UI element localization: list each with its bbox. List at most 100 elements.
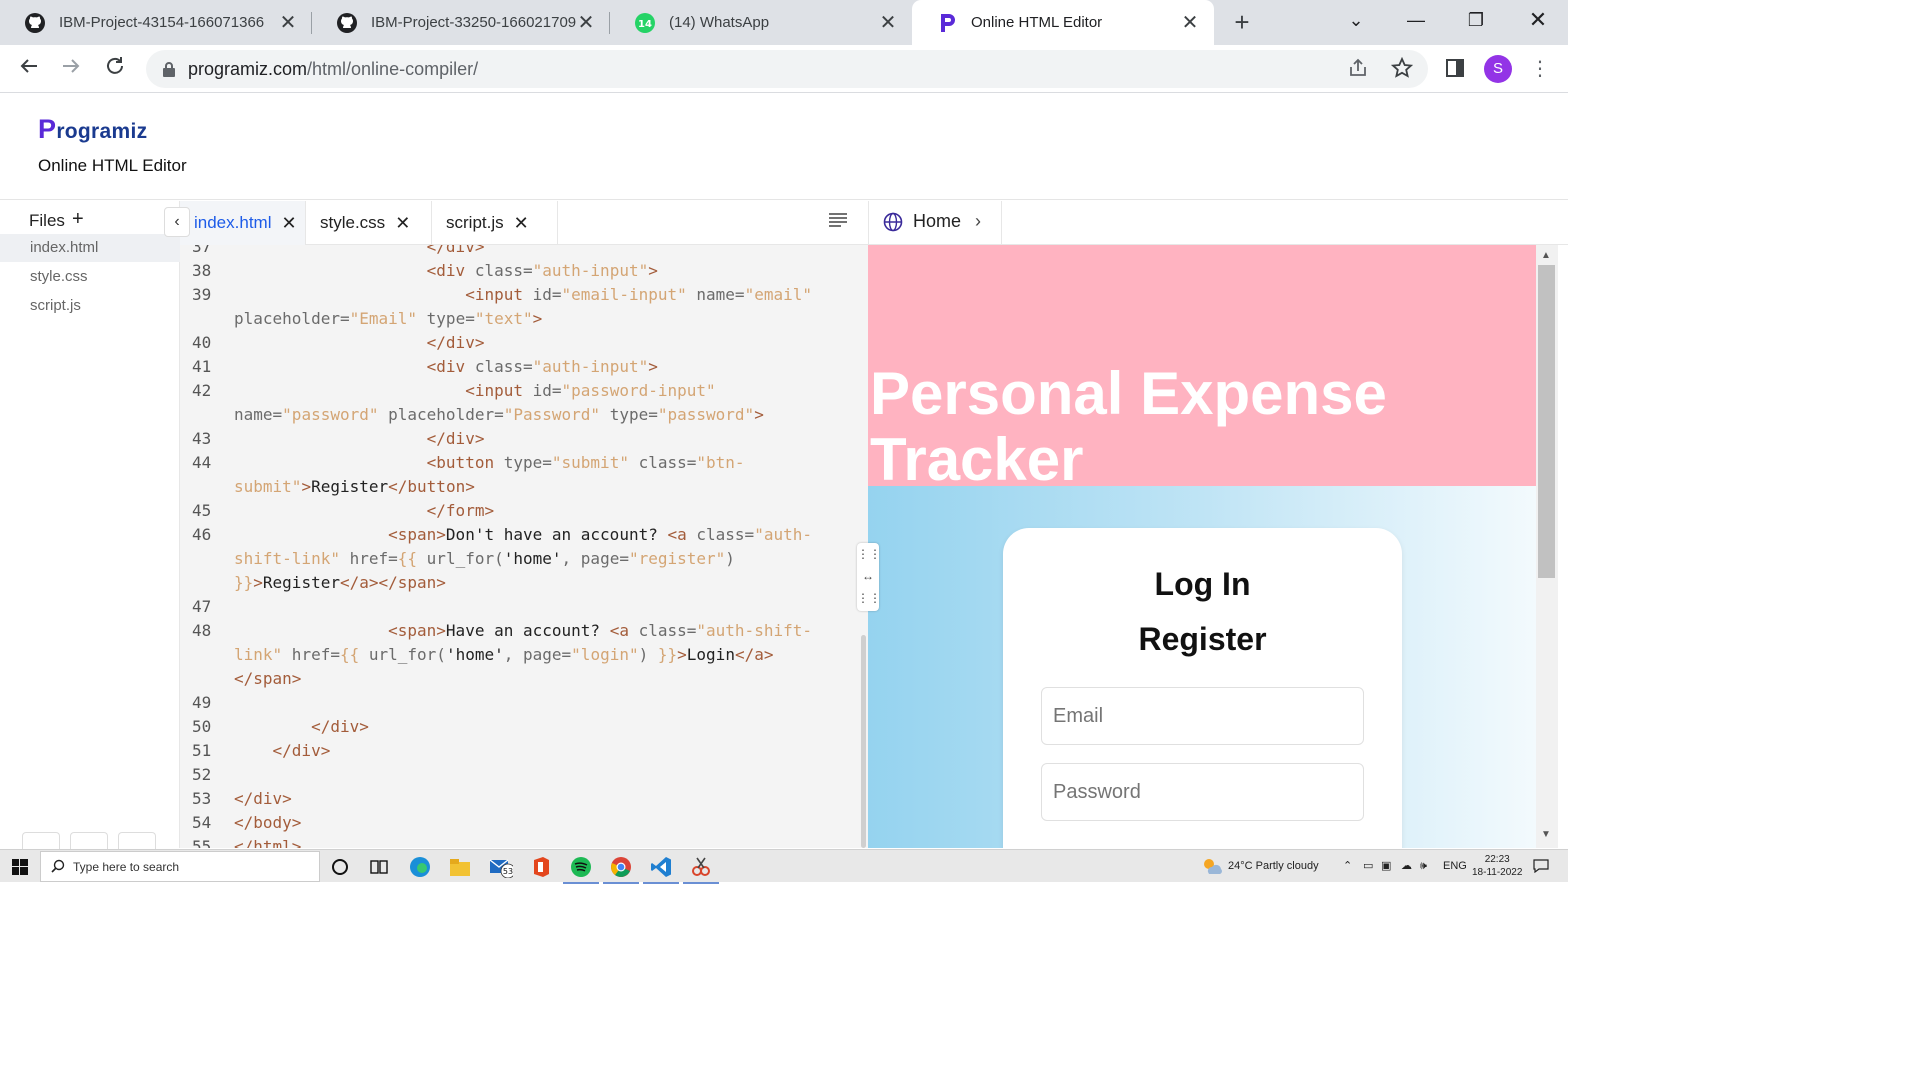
weather-text[interactable]: 24°C Partly cloudy	[1228, 850, 1319, 883]
code-token: type=	[417, 309, 475, 328]
tab-label: index.html	[194, 213, 272, 232]
office-icon[interactable]	[529, 855, 553, 879]
banner-title-line: Personal Expense	[870, 360, 1387, 427]
new-tab-button[interactable]: +	[1228, 8, 1256, 36]
task-view-icon[interactable]	[367, 855, 391, 879]
line-number: 43	[192, 429, 212, 448]
programiz-logo[interactable]: Programiz	[38, 114, 147, 145]
banner-title-line: Tracker	[870, 426, 1084, 493]
vscode-icon[interactable]	[643, 855, 679, 884]
code-token: </div>	[234, 789, 292, 808]
tab-close-icon[interactable]: ✕	[278, 10, 298, 35]
format-code-icon[interactable]	[828, 211, 848, 234]
tab-close-icon[interactable]: ✕	[878, 10, 898, 35]
scrollbar-thumb[interactable]	[1538, 265, 1555, 578]
logo-text: rogramiz	[56, 120, 148, 143]
code-token: </body>	[234, 813, 302, 832]
code-text: </body>	[234, 811, 301, 835]
code-text: </div>	[234, 739, 331, 763]
side-panel-icon[interactable]	[1443, 57, 1467, 81]
code-token: "auth-input"	[532, 261, 649, 280]
tray-network-icon[interactable]: ▭	[1363, 850, 1373, 883]
register-heading[interactable]: Register	[1003, 621, 1402, 658]
file-item-index-html[interactable]: index.html	[0, 234, 180, 262]
taskbar-search[interactable]: Type here to search	[40, 851, 320, 882]
code-token: "email"	[744, 285, 812, 304]
browser-tab-whatsapp[interactable]: 14 (14) WhatsApp ✕	[610, 0, 912, 45]
code-editor[interactable]: 37 </div> 38 <div class="auth-input"> 39 <…	[180, 245, 868, 848]
tab-style-css[interactable]: style.css ✕	[306, 201, 432, 245]
code-token: <span>	[388, 621, 446, 640]
volume-icon[interactable]: 🕪	[1420, 850, 1427, 883]
login-heading[interactable]: Log In	[1003, 566, 1402, 603]
collapse-sidebar-chevron-icon[interactable]: ‹	[164, 207, 190, 237]
code-token: <a	[609, 621, 639, 640]
close-icon[interactable]: ✕	[395, 213, 410, 234]
language-indicator[interactable]: ENG	[1443, 850, 1467, 883]
browser-tab-ibm-33250[interactable]: IBM-Project-33250-166021709 ✕	[312, 0, 610, 45]
page-title: Online HTML Editor	[38, 156, 187, 175]
code-token: placeholder=	[234, 309, 350, 328]
programiz-icon	[936, 12, 958, 34]
preview-scrollbar[interactable]: ▲ ▼	[1536, 245, 1558, 848]
windows-start-icon[interactable]	[12, 859, 28, 880]
back-button[interactable]	[14, 55, 44, 85]
preview-home-breadcrumb[interactable]: Home ›	[883, 211, 981, 232]
share-icon[interactable]	[1346, 57, 1370, 81]
file-item-script-js[interactable]: script.js	[0, 292, 180, 320]
forward-button[interactable]	[56, 55, 86, 85]
cortana-icon[interactable]	[328, 855, 352, 879]
taskbar-clock[interactable]: 22:23 18-11-2022	[1472, 853, 1522, 879]
minimize-button[interactable]: —	[1393, 0, 1439, 45]
editor-scrollbar[interactable]	[861, 635, 866, 848]
tab-search-chevron-icon[interactable]: ⌄	[1333, 0, 1379, 45]
tab-close-icon[interactable]: ✕	[1180, 10, 1200, 35]
tab-index-html[interactable]: index.html ✕	[180, 201, 306, 245]
file-explorer-icon[interactable]	[448, 855, 472, 879]
browser-tab-ibm-43154[interactable]: IBM-Project-43154-166071366 ✕	[0, 0, 312, 45]
tab-close-icon[interactable]: ✕	[576, 10, 596, 35]
snipping-tool-icon[interactable]	[683, 855, 719, 884]
code-token: name=	[234, 405, 283, 424]
tab-script-js[interactable]: script.js ✕	[432, 201, 558, 245]
code-text: <span>Don't have an account? <a class="a…	[234, 523, 812, 547]
add-file-button[interactable]: +	[72, 208, 84, 231]
close-window-button[interactable]: ✕	[1515, 0, 1561, 45]
tray-chevron-up-icon[interactable]: ⌃	[1343, 850, 1352, 883]
password-input[interactable]	[1041, 763, 1364, 821]
pane-resize-handle[interactable]: ⋮⋮ ↔ ⋮⋮	[857, 543, 881, 611]
code-token: >	[648, 357, 658, 376]
scroll-down-icon[interactable]: ▼	[1541, 829, 1551, 840]
tab-label: style.css	[320, 213, 386, 232]
mail-icon[interactable]: 53	[489, 855, 513, 879]
weather-icon[interactable]	[1202, 850, 1222, 883]
email-input[interactable]	[1041, 687, 1364, 745]
code-token: Have an account?	[445, 621, 610, 640]
close-icon[interactable]: ✕	[514, 213, 529, 234]
bookmark-star-icon[interactable]	[1390, 56, 1414, 81]
file-item-style-css[interactable]: style.css	[0, 263, 180, 291]
onedrive-icon[interactable]: ☁	[1401, 850, 1412, 883]
code-token: <div	[426, 357, 475, 376]
line-number: 37	[192, 245, 212, 256]
browser-tab-strip: IBM-Project-43154-166071366 ✕ IBM-Projec…	[0, 0, 1568, 45]
edge-icon[interactable]	[408, 855, 432, 879]
notifications-icon[interactable]	[1533, 850, 1549, 883]
reload-button[interactable]	[100, 55, 130, 85]
chrome-icon[interactable]	[603, 855, 639, 884]
url-path: /html/online-compiler/	[307, 59, 479, 79]
spotify-icon[interactable]	[563, 855, 599, 884]
code-text: </div>	[234, 331, 485, 355]
tray-meet-icon[interactable]: ▣	[1381, 850, 1391, 883]
code-token: "text"	[474, 309, 533, 328]
kebab-menu-icon[interactable]: ⋮	[1528, 57, 1552, 81]
close-icon[interactable]: ✕	[281, 213, 296, 234]
restore-button[interactable]: ❐	[1453, 0, 1499, 45]
browser-tab-online-html-editor[interactable]: Online HTML Editor ✕	[912, 0, 1214, 45]
scroll-up-icon[interactable]: ▲	[1541, 250, 1551, 261]
profile-avatar[interactable]: S	[1484, 55, 1512, 83]
address-bar[interactable]: programiz.com/html/online-compiler/	[146, 50, 1428, 88]
